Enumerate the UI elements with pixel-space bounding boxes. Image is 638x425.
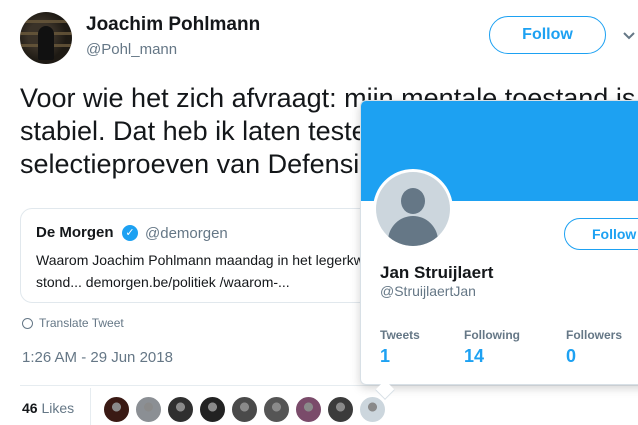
more-chevron-icon[interactable] [622, 28, 638, 44]
stat-label: Tweets [380, 328, 420, 342]
quote-author-name: De Morgen [36, 224, 114, 241]
profile-avatar[interactable] [373, 169, 453, 249]
author-name[interactable]: Joachim Pohlmann [86, 14, 260, 36]
stat-tweets[interactable]: Tweets 1 [380, 328, 420, 367]
divider [20, 385, 638, 386]
likes-count[interactable]: 46 Likes [22, 400, 74, 416]
liker-avatar[interactable] [359, 396, 386, 423]
liker-avatar[interactable] [103, 396, 130, 423]
translate-label: Translate Tweet [39, 316, 124, 330]
quote-author-handle: @demorgen [145, 225, 228, 242]
liker-avatar[interactable] [135, 396, 162, 423]
stat-label: Followers [566, 328, 623, 342]
likes-number: 46 [22, 400, 38, 416]
follow-button[interactable]: Follow [489, 16, 606, 54]
stat-value: 1 [380, 346, 391, 366]
liker-avatar[interactable] [263, 396, 290, 423]
likes-label: Likes [41, 400, 75, 416]
author-avatar[interactable] [20, 12, 72, 64]
translate-tweet-link[interactable]: Translate Tweet [22, 316, 124, 330]
likers-list [103, 396, 386, 423]
stat-value: 14 [464, 346, 485, 366]
profile-handle[interactable]: @StruijlaertJan [380, 283, 476, 299]
stat-label: Following [464, 328, 520, 342]
verified-badge-icon: ✓ [122, 225, 138, 241]
author-handle[interactable]: @Pohl_mann [86, 41, 177, 58]
profile-name[interactable]: Jan Struijlaert [380, 263, 493, 283]
liker-avatar[interactable] [231, 396, 258, 423]
liker-avatar[interactable] [199, 396, 226, 423]
stat-value: 0 [566, 346, 577, 366]
likes-separator [90, 388, 91, 425]
liker-avatar[interactable] [327, 396, 354, 423]
globe-icon [22, 317, 33, 329]
tweet-timestamp[interactable]: 1:26 AM - 29 Jun 2018 [22, 349, 173, 366]
card-follow-button[interactable]: Follow [564, 218, 638, 250]
default-avatar-icon [376, 172, 450, 246]
stat-following[interactable]: Following 14 [464, 328, 520, 367]
liker-avatar[interactable] [167, 396, 194, 423]
profile-hover-card: Follow Jan Struijlaert @StruijlaertJan T… [360, 100, 638, 385]
liker-avatar[interactable] [295, 396, 322, 423]
stat-followers[interactable]: Followers 0 [566, 328, 622, 367]
